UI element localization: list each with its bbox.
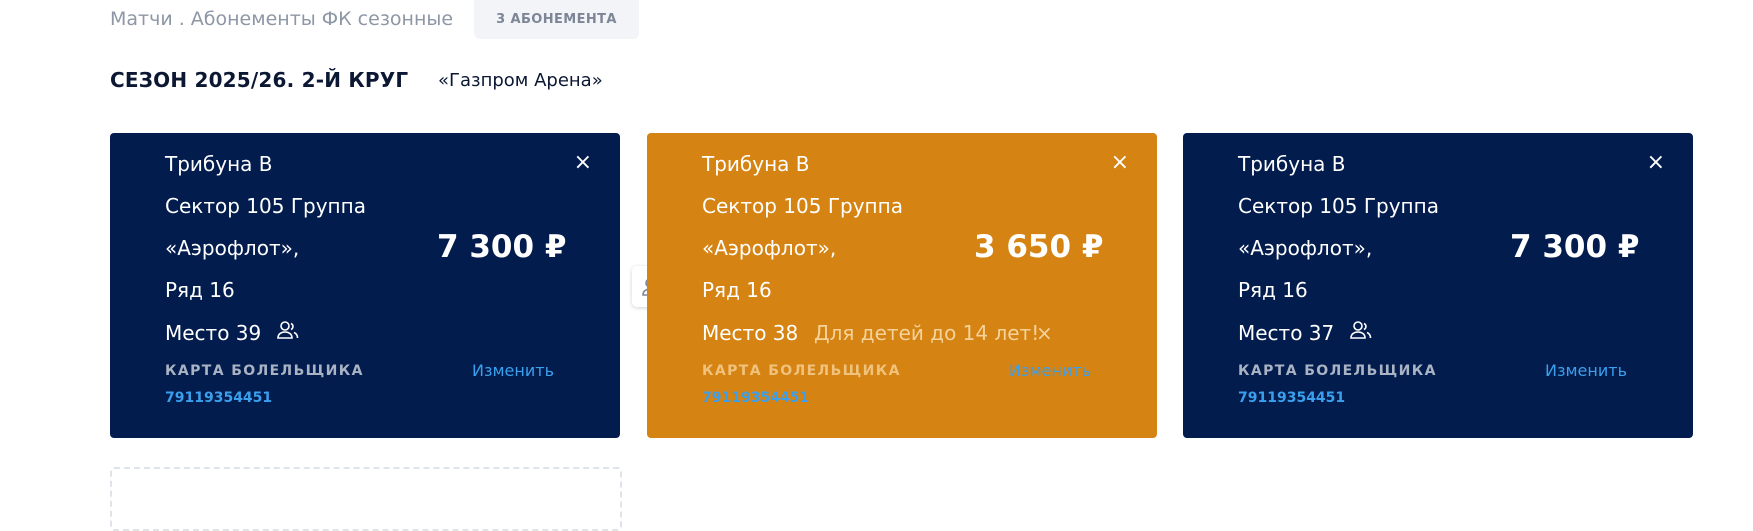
person-icon[interactable]: [276, 319, 300, 341]
breadcrumb: Матчи . Абонементы ФК сезонные: [110, 8, 454, 30]
ticket-price: 7 300 ₽: [1510, 229, 1640, 265]
row-number: Ряд 16: [165, 278, 235, 302]
change-fan-card-link[interactable]: Изменить: [1545, 361, 1627, 380]
ticket-price: 7 300 ₽: [437, 229, 567, 265]
venue-name: «Газпром Арена»: [438, 70, 603, 91]
ticket-card: Трибуна В Сектор 105 Группа «Аэрофлот», …: [110, 133, 620, 438]
row-number: Ряд 16: [702, 278, 772, 302]
group-name: «Аэрофлот»,: [702, 236, 837, 260]
remove-ticket-button[interactable]: ×: [574, 151, 592, 175]
stand-name: Трибуна В: [702, 152, 810, 176]
stand-name: Трибуна В: [165, 152, 273, 176]
subscriptions-count-badge: 3 АБОНЕМЕНТА: [474, 0, 639, 39]
sector-name: Сектор 105 Группа: [1238, 194, 1439, 218]
person-icon[interactable]: [1349, 319, 1373, 341]
fan-card-number: 79119354451: [702, 390, 810, 406]
add-ticket-placeholder[interactable]: [110, 467, 622, 531]
change-fan-card-link[interactable]: Изменить: [1009, 361, 1091, 380]
ticket-price: 3 650 ₽: [974, 229, 1104, 265]
ticket-card: Трибуна В Сектор 105 Группа «Аэрофлот», …: [647, 133, 1157, 438]
seat-number: Место 37: [1238, 321, 1335, 345]
sector-name: Сектор 105 Группа: [165, 194, 366, 218]
sector-name: Сектор 105 Группа: [702, 194, 903, 218]
group-name: «Аэрофлот»,: [1238, 236, 1373, 260]
season-title: СЕЗОН 2025/26. 2-Й КРУГ: [110, 68, 409, 92]
fan-card-label: КАРТА БОЛЕЛЬЩИКА: [165, 363, 364, 379]
seat-number: Место 38: [702, 321, 799, 345]
fan-card-label: КАРТА БОЛЕЛЬЩИКА: [702, 363, 901, 379]
group-name: «Аэрофлот»,: [165, 236, 300, 260]
child-ticket-note: Для детей до 14 лет!: [814, 321, 1040, 345]
ticket-card: Трибуна В Сектор 105 Группа «Аэрофлот», …: [1183, 133, 1693, 438]
fan-card-number: 79119354451: [165, 390, 273, 406]
fan-card-label: КАРТА БОЛЕЛЬЩИКА: [1238, 363, 1437, 379]
remove-child-discount-button[interactable]: ×: [1036, 321, 1053, 345]
stand-name: Трибуна В: [1238, 152, 1346, 176]
fan-card-number: 79119354451: [1238, 390, 1346, 406]
seat-number: Место 39: [165, 321, 262, 345]
remove-ticket-button[interactable]: ×: [1647, 151, 1665, 175]
row-number: Ряд 16: [1238, 278, 1308, 302]
change-fan-card-link[interactable]: Изменить: [472, 361, 554, 380]
remove-ticket-button[interactable]: ×: [1111, 151, 1129, 175]
